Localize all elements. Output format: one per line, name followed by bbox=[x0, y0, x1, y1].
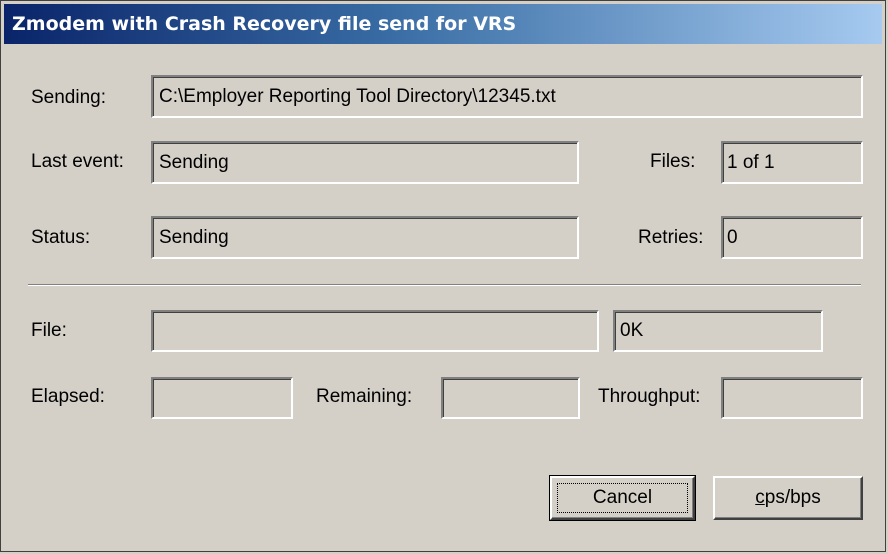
file-progress-bar bbox=[151, 310, 599, 352]
title-bar[interactable]: Zmodem with Crash Recovery file send for… bbox=[4, 4, 882, 44]
elapsed-field bbox=[151, 377, 293, 419]
retries-field: 0 bbox=[721, 216, 863, 259]
throughput-label: Throughput: bbox=[598, 386, 701, 407]
throughput-field bbox=[721, 377, 863, 419]
last-event-label: Last event: bbox=[31, 151, 124, 172]
cancel-button-label: Cancel bbox=[592, 487, 653, 508]
cps-bps-rest: ps/bps bbox=[764, 487, 821, 508]
sending-label: Sending: bbox=[31, 87, 107, 108]
cancel-button[interactable]: Cancel bbox=[549, 475, 696, 521]
last-event-field: Sending bbox=[151, 141, 579, 184]
elapsed-label: Elapsed: bbox=[31, 386, 105, 407]
file-label: File: bbox=[31, 320, 67, 341]
sending-field: C:\Employer Reporting Tool Directory\123… bbox=[151, 75, 863, 118]
files-label: Files: bbox=[650, 151, 696, 172]
zmodem-dialog: Zmodem with Crash Recovery file send for… bbox=[0, 0, 886, 552]
status-label: Status: bbox=[31, 227, 91, 248]
cps-bps-mnemonic: c bbox=[755, 487, 765, 508]
file-size-field: 0K bbox=[613, 310, 823, 352]
remaining-label: Remaining: bbox=[316, 386, 413, 407]
retries-label: Retries: bbox=[638, 227, 704, 248]
status-field: Sending bbox=[151, 216, 579, 259]
remaining-field bbox=[441, 377, 580, 419]
window-title: Zmodem with Crash Recovery file send for… bbox=[12, 13, 517, 35]
cps-bps-button[interactable]: cps/bps bbox=[713, 476, 863, 520]
files-field: 1 of 1 bbox=[721, 141, 863, 184]
separator bbox=[28, 284, 861, 286]
cps-bps-button-label: cps/bps bbox=[755, 487, 820, 508]
